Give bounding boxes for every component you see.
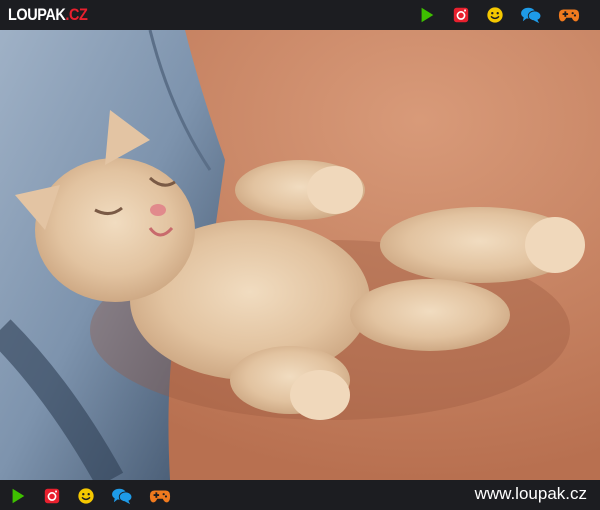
bottom-icon-group xyxy=(9,487,179,505)
play-icon[interactable] xyxy=(418,6,436,24)
chat-icon[interactable] xyxy=(520,6,542,24)
logo-main-text: LOUPAK xyxy=(8,5,66,24)
site-url-text[interactable]: www.loupak.cz xyxy=(475,484,587,504)
site-logo[interactable]: LOUPAK .CZ xyxy=(8,5,88,25)
top-icon-group xyxy=(410,6,588,24)
smiley-icon[interactable] xyxy=(486,6,504,24)
kitten-photo xyxy=(0,30,600,480)
kitten-illustration xyxy=(0,30,600,480)
smiley-icon[interactable] xyxy=(77,487,95,505)
gamepad-icon[interactable] xyxy=(149,487,171,505)
logo-tld-text: .CZ xyxy=(65,5,88,24)
chat-icon[interactable] xyxy=(111,487,133,505)
instagram-icon[interactable] xyxy=(452,6,470,24)
gamepad-icon[interactable] xyxy=(558,6,580,24)
instagram-icon[interactable] xyxy=(43,487,61,505)
play-icon[interactable] xyxy=(9,487,27,505)
